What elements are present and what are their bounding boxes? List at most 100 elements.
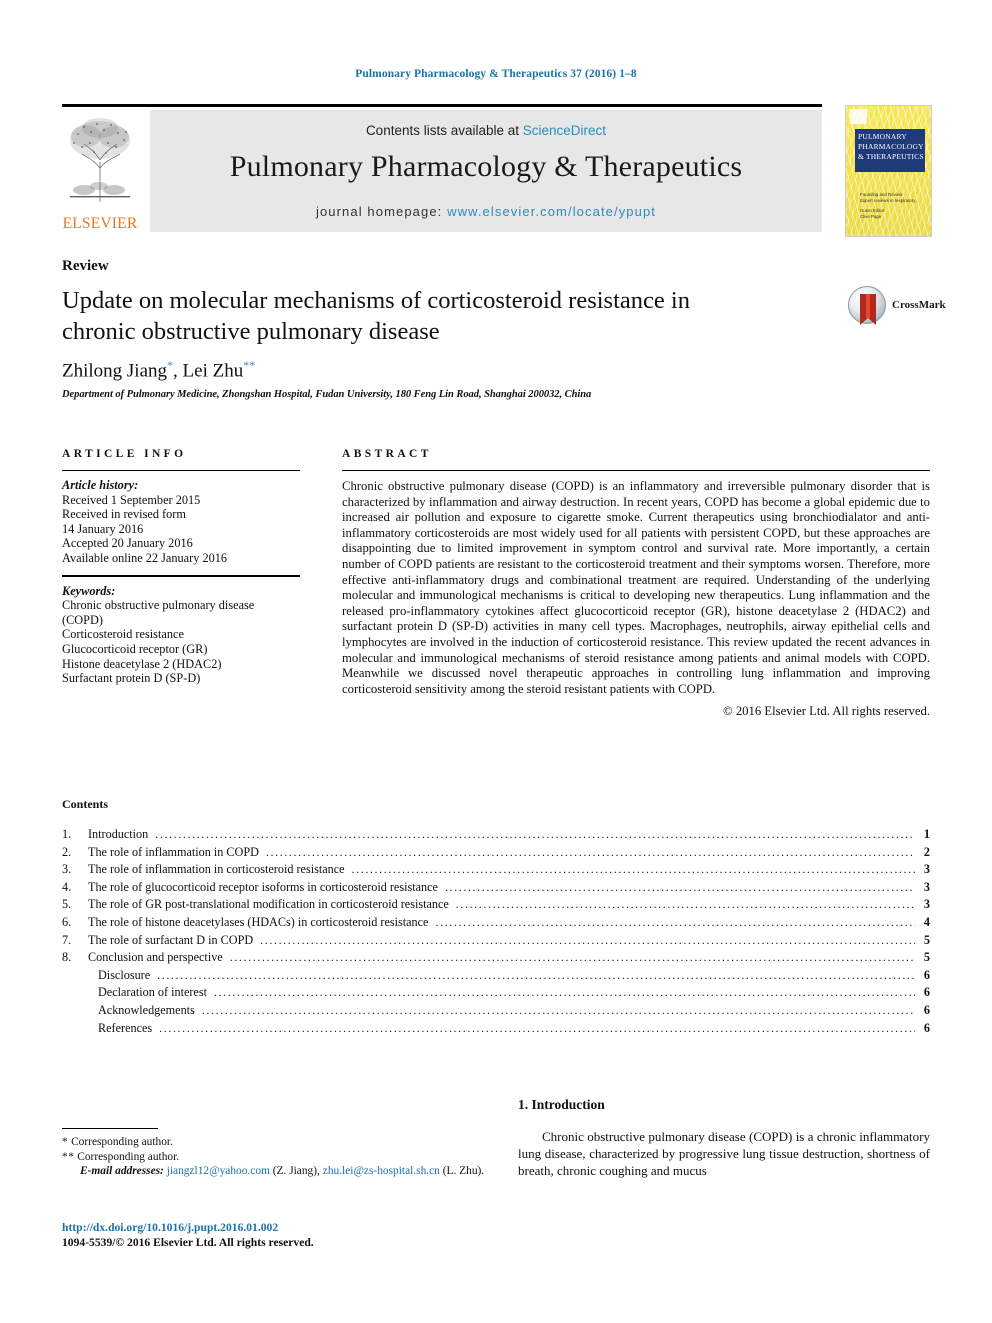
keyword-item: (COPD) [62,612,103,627]
toc-item-label: Introduction [88,827,149,841]
toc-dot-leader: ........................................… [155,827,915,841]
corr-text-2: Corresponding author. [77,1150,180,1163]
toc-row[interactable]: References..............................… [62,1020,930,1038]
toc-item-page: 3 [923,897,930,912]
article-history-item: Available online 22 January 2016 [62,550,228,565]
toc-item-number: 5. [62,897,72,912]
introduction-paragraph: Chronic obstructive pulmonary disease (C… [518,1129,930,1179]
doi-link[interactable]: http://dx.doi.org/10.1016/j.pupt.2016.01… [62,1220,278,1235]
toc-item-number: 8. [62,950,72,965]
keyword-item: Corticosteroid resistance [62,627,184,642]
toc-row[interactable]: Disclosure..............................… [62,967,930,985]
elsevier-logo: ELSEVIER [62,110,138,235]
toc-item-number: 3. [62,862,72,877]
article-history-item: Received 1 September 2015 [62,492,201,507]
keyword-item: Chronic obstructive pulmonary disease [62,598,255,613]
toc-dot-leader: ........................................… [213,985,915,1000]
contents-available-prefix: Contents lists available at [365,123,523,138]
keyword-item: Histone deacetylase 2 (HDAC2) [62,656,222,671]
toc-dot-leader: ........................................… [265,844,915,859]
toc-row[interactable]: 6. The role of histone deacetylases (HDAC… [62,914,930,932]
article-history-item: Accepted 20 January 2016 [62,536,193,551]
email-owner-2: (L. Zhu). [442,1165,485,1178]
toc-item-label: Acknowledgements [98,1002,195,1017]
toc-row[interactable]: 4. The role of glucocorticoid receptor is… [62,879,930,897]
article-history-block: Article history: Received 1 September 20… [62,478,300,566]
toc-item-page: 5 [923,932,930,947]
journal-homepage-label: journal homepage: [315,204,448,219]
toc-item-label: References [98,1020,153,1035]
keyword-item: Surfactant protein D (SP-D) [62,671,201,686]
footnote-block: * Corresponding author. ** Corresponding… [62,1128,494,1179]
toc-item-page: 5 [923,950,930,965]
toc-item-page: 4 [923,914,930,929]
toc-row[interactable]: 2. The role of inflammation in COPD......… [62,844,930,862]
toc-item-page: 6 [923,985,930,1000]
cover-sub-line2: Expert reviews in respiratory [860,198,916,203]
toc-item-number: 6. [62,914,72,929]
issn-copyright-line: 1094-5539/© 2016 Elsevier Ltd. All right… [62,1236,314,1249]
abstract-heading: ABSTRACT [342,448,432,460]
journal-homepage-line: journal homepage: www.elsevier.com/locat… [150,204,822,219]
toc-row[interactable]: 7. The role of surfactant D in COPD......… [62,932,930,950]
email-link-1[interactable]: jiangzl12@yahoo.com [167,1165,270,1177]
toc-item-label: The role of inflammation in corticostero… [88,862,345,877]
email-addresses-label: E-mail addresses: [80,1165,164,1178]
article-history-item: 14 January 2016 [62,521,144,536]
masthead-band: Contents lists available at ScienceDirec… [150,110,822,232]
introduction-heading: 1. Introduction [518,1097,605,1112]
contents-heading: Contents [62,797,109,811]
toc-item-page: 6 [923,1020,930,1035]
journal-homepage-link[interactable]: www.elsevier.com/locate/ypupt [447,204,656,219]
paper-page: Pulmonary Pharmacology & Therapeutics 3 7… [0,0,992,1323]
footnote-rule [62,1128,158,1129]
corresponding-author-note-1: * Corresponding author. [62,1135,494,1150]
cover-elsevier-mark [850,109,867,124]
cover-subtitle-block: Founding and Review Expert reviews in re… [860,192,918,220]
table-of-contents: 1. Introduction..........................… [62,826,930,1037]
running-head: Pulmonary Pharmacology & Therapeutics 37… [355,68,637,80]
toc-dot-leader: ........................................… [351,862,915,877]
cover-title-line2: PHARMACOLOGY [858,142,924,151]
toc-dot-leader: ........................................… [157,967,915,982]
article-info-heading: ARTICLE INFO [62,448,187,460]
toc-item-page: 3 [923,862,930,877]
corr-mark-2: ** [62,1150,75,1163]
sciencedirect-link[interactable]: ScienceDirect [523,123,606,138]
toc-row[interactable]: 3. The role of inflammation in corticoste… [62,861,930,879]
toc-item-page: 6 [923,967,930,982]
cover-title-band: PULMONARY PHARMACOLOGY & THERAPEUTICS [855,129,925,172]
journal-cover-thumbnail: PULMONARY PHARMACOLOGY & THERAPEUTICS Fo… [845,105,932,237]
crossmark-badge[interactable]: CrossMark [848,286,946,326]
toc-dot-leader: ........................................… [435,914,915,929]
toc-item-label: The role of histone deacetylases (HDACs)… [88,914,429,929]
article-history-label: Article history: [62,478,139,492]
toc-item-number: 2. [62,844,72,859]
email-link-2[interactable]: zhu.lei@zs-hospital.sh.cn [323,1165,440,1177]
toc-row[interactable]: 1. Introduction..........................… [62,826,930,844]
toc-row[interactable]: Declaration of interest.................… [62,984,930,1002]
toc-dot-leader: ........................................… [455,897,915,912]
toc-row[interactable]: 8. Conclusion and perspective............… [62,949,930,967]
cover-title-line3: & THERAPEUTICS [858,152,924,161]
toc-item-label: The role of glucocorticoid receptor isof… [88,879,438,894]
article-title: Update on molecular mechanisms of cortic… [62,287,690,345]
article-info-rule-bottom [62,574,300,577]
toc-item-number: 7. [62,932,72,947]
abstract-copyright: © 2016 Elsevier Ltd. All rights reserved… [723,704,930,719]
article-info-rule-top [62,470,300,471]
toc-item-label: Disclosure [98,967,151,982]
toc-row[interactable]: 5. The role of GR post-translational modi… [62,896,930,914]
toc-dot-leader: ........................................… [229,950,915,965]
masthead-top-rule [62,104,822,107]
author-separator: , [173,360,183,382]
toc-row[interactable]: Acknowledgements........................… [62,1002,930,1020]
toc-item-number: 4. [62,879,72,894]
journal-title: Pulmonary Pharmacology & Therapeutics [229,150,743,183]
article-type-label: Review [62,258,109,274]
toc-item-page: 1 [923,827,930,841]
corr-text-1: Corresponding author. [71,1136,173,1148]
article-history-item: Received in revised form [62,507,186,522]
toc-item-page: 2 [923,844,930,859]
contents-available-line: Contents lists available at ScienceDirec… [150,123,822,138]
